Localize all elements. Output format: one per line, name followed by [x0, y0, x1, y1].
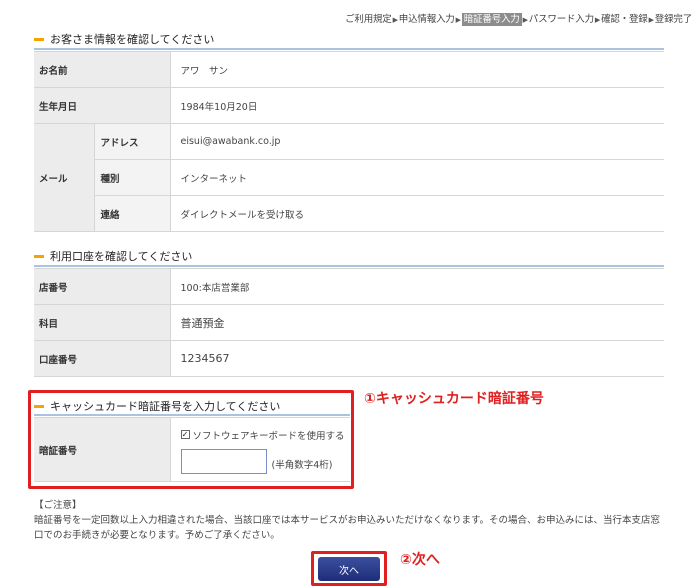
table-row: お名前 アワ サン — [34, 51, 664, 88]
customer-info-table: お名前 アワ サン 生年月日 1984年10月20日 メール アドレス eisu… — [34, 51, 664, 232]
account-info-table: 店番号 100:本店営業部 科目 普通預金 口座番号 1234567 — [34, 268, 664, 377]
birth-value: 1984年10月20日 — [169, 87, 664, 124]
step-application-info: 申込情報入力 — [398, 14, 455, 25]
table-row: 種別 インターネット — [34, 159, 664, 196]
account-number-label: 口座番号 — [34, 340, 170, 377]
step-arrow-icon: ▶ — [455, 16, 461, 24]
step-pin-entry: 暗証番号入力 — [461, 13, 522, 26]
type-value: インターネット — [169, 159, 664, 196]
step-arrow-icon: ▶ — [648, 16, 654, 24]
account-number-value: 1234567 — [169, 340, 664, 377]
table-row: 店番号 100:本店営業部 — [34, 268, 664, 305]
table-row: 連絡 ダイレクトメールを受け取る — [34, 195, 664, 232]
step-breadcrumb: ご利用規定▶申込情報入力▶ 暗証番号入力 ▶パスワード入力▶確認・登録▶登録完了 — [345, 11, 692, 26]
pin-annotation: ①キャッシュカード暗証番号 — [364, 391, 544, 407]
orange-bar-icon — [34, 37, 44, 41]
notice: 【ご注意】 暗証番号を一定回数以上入力相違された場合、当該口座では本サービスがお… — [34, 498, 664, 543]
name-label: お名前 — [34, 51, 170, 88]
type-label: 種別 — [93, 159, 170, 196]
subject-value: 普通預金 — [169, 304, 664, 341]
step-confirm: 確認・登録 — [601, 14, 648, 25]
mail-label: メール — [34, 123, 94, 232]
step-password-entry: パスワード入力 — [528, 14, 594, 25]
contact-label: 連絡 — [93, 195, 170, 232]
step-complete: 登録完了 — [654, 14, 692, 25]
table-row: メール アドレス eisui@awabank.co.jp — [34, 123, 664, 232]
notice-heading: 【ご注意】 — [34, 500, 82, 511]
name-value: アワ サン — [169, 51, 664, 88]
address-label: アドレス — [93, 123, 170, 160]
table-row: 科目 普通預金 — [34, 304, 664, 341]
pin-highlight-frame — [28, 390, 354, 489]
section-divider — [34, 265, 664, 267]
branch-value: 100:本店営業部 — [169, 268, 664, 305]
branch-label: 店番号 — [34, 268, 170, 305]
step-arrow-icon: ▶ — [392, 16, 398, 24]
step-terms: ご利用規定 — [345, 14, 392, 25]
next-annotation: ②次へ — [400, 552, 440, 568]
notice-body: 暗証番号を一定回数以上入力相違された場合、当該口座では本サービスがお申込みいただ… — [34, 515, 661, 541]
address-value: eisui@awabank.co.jp — [169, 123, 664, 160]
next-button[interactable]: 次へ — [318, 557, 380, 581]
birth-label: 生年月日 — [34, 87, 170, 124]
section-divider — [34, 48, 664, 50]
step-arrow-icon: ▶ — [594, 16, 601, 24]
table-row: 口座番号 1234567 — [34, 340, 664, 377]
subject-label: 科目 — [34, 304, 170, 341]
table-row: 生年月日 1984年10月20日 — [34, 87, 664, 124]
orange-bar-icon — [34, 254, 44, 258]
customer-section-title: お客さま情報を確認してください — [34, 31, 214, 47]
step-arrow-icon: ▶ — [522, 16, 528, 24]
account-section-title: 利用口座を確認してください — [34, 248, 192, 264]
contact-value: ダイレクトメールを受け取る — [169, 195, 664, 232]
